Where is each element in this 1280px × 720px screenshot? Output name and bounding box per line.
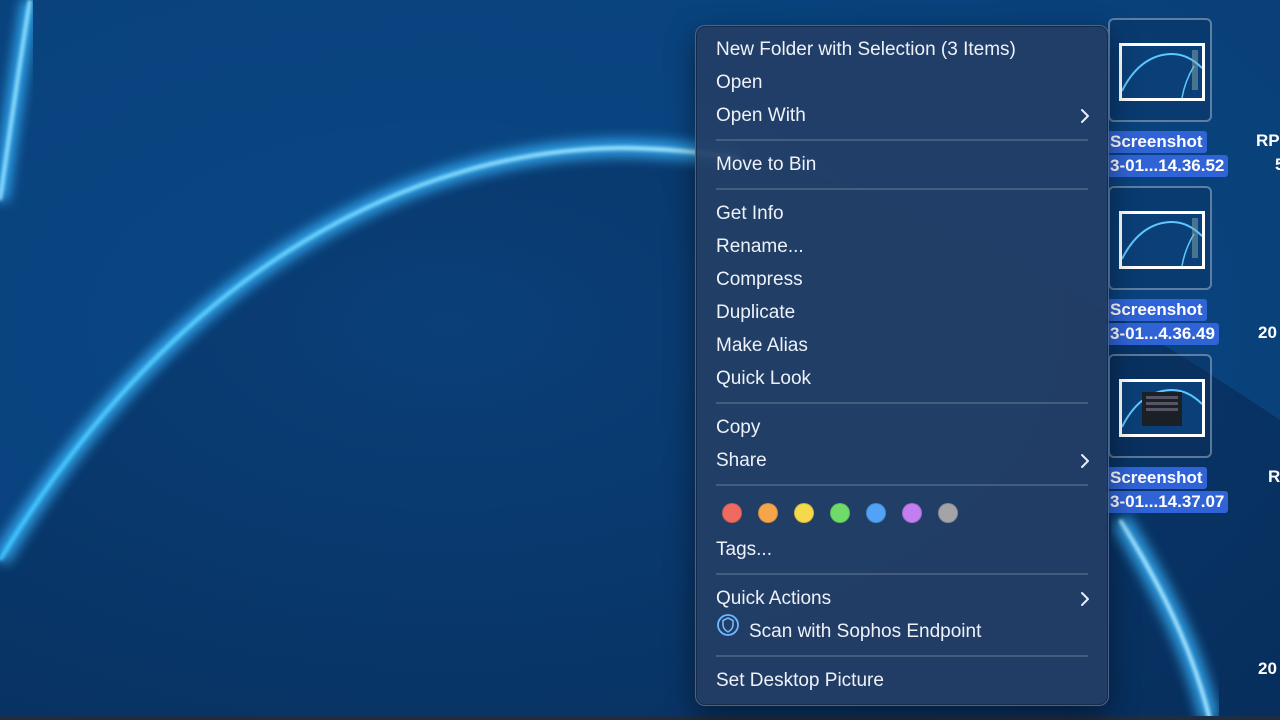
screenshot-thumbnail [1119,43,1205,101]
menu-item-label: New Folder with Selection (3 Items) [716,39,1016,60]
menu-item-get-info[interactable]: Get Info [696,197,1108,230]
menu-item-label: Quick Actions [716,588,832,609]
menu-item-label: Compress [716,269,803,290]
partial-desktop-label[interactable]: 5 [1275,155,1280,175]
context-menu: New Folder with Selection (3 Items) Open… [695,25,1109,706]
sophos-shield-icon [716,613,740,648]
menu-item-label: Share [716,450,767,471]
menu-item-share[interactable]: Share [696,444,1108,477]
desktop-file-name-line2[interactable]: 3-01...14.37.07 [1106,491,1229,513]
menu-separator [716,402,1088,404]
menu-item-copy[interactable]: Copy [696,411,1108,444]
desktop-file-name-line1[interactable]: Screenshot [1106,299,1207,321]
menu-item-rename[interactable]: Rename... [696,230,1108,263]
tag-yellow-button[interactable] [794,503,814,523]
menu-separator [716,188,1088,190]
menu-item-compress[interactable]: Compress [696,263,1108,296]
desktop-file-name-line1[interactable]: Screenshot [1106,131,1207,153]
tag-color-row [696,493,1108,533]
menu-separator [716,655,1088,657]
menu-item-label: Duplicate [716,302,796,323]
file-thumbnail-frame [1108,354,1212,458]
menu-item-tags[interactable]: Tags... [696,533,1108,566]
tag-grey-button[interactable] [938,503,958,523]
file-thumbnail-frame [1108,18,1212,122]
menu-item-label: Scan with Sophos Endpoint [749,621,982,642]
menu-item-set-desktop-picture[interactable]: Set Desktop Picture [696,664,1108,697]
file-thumbnail-frame [1108,186,1212,290]
tag-purple-button[interactable] [902,503,922,523]
desktop-file-name-line1[interactable]: Screenshot [1106,467,1207,489]
menu-separator [716,484,1088,486]
chevron-right-icon [1080,444,1090,477]
desktop-file-name-line2[interactable]: 3-01...4.36.49 [1106,323,1219,345]
menu-item-make-alias[interactable]: Make Alias [696,329,1108,362]
tag-red-button[interactable] [722,503,742,523]
menu-item-label: Make Alias [716,335,808,356]
screenshot-thumbnail [1119,379,1205,437]
menu-item-open-with[interactable]: Open With [696,99,1108,132]
menu-item-move-to-bin[interactable]: Move to Bin [696,148,1108,181]
menu-item-new-folder-with-selection[interactable]: New Folder with Selection (3 Items) [696,33,1108,66]
partial-desktop-label[interactable]: R [1268,467,1280,487]
menu-item-label: Quick Look [716,368,812,389]
menu-item-open[interactable]: Open [696,66,1108,99]
menu-item-label: Rename... [716,236,804,257]
menu-item-label: Copy [716,417,761,438]
menu-item-scan-with-sophos[interactable]: Scan with Sophos Endpoint [696,613,1108,648]
partial-desktop-label[interactable]: 20 [1258,659,1277,679]
desktop-file-name-line2[interactable]: 3-01...14.36.52 [1106,155,1229,177]
menu-item-duplicate[interactable]: Duplicate [696,296,1108,329]
chevron-right-icon [1080,582,1090,615]
menu-item-label: Move to Bin [716,154,817,175]
menu-item-label: Tags... [716,539,772,560]
menu-item-label: Open With [716,105,806,126]
partial-desktop-label[interactable]: RP [1256,131,1280,151]
partial-desktop-label[interactable]: 20 [1258,323,1277,343]
screenshot-thumbnail [1119,211,1205,269]
menu-separator [716,139,1088,141]
menu-item-label: Get Info [716,203,784,224]
chevron-right-icon [1080,99,1090,132]
menu-item-label: Open [716,72,763,93]
menu-item-label: Set Desktop Picture [716,670,884,691]
menu-item-quick-actions[interactable]: Quick Actions [696,582,1108,615]
tag-orange-button[interactable] [758,503,778,523]
tag-blue-button[interactable] [866,503,886,523]
menu-separator [716,573,1088,575]
tag-green-button[interactable] [830,503,850,523]
menu-item-quick-look[interactable]: Quick Look [696,362,1108,395]
